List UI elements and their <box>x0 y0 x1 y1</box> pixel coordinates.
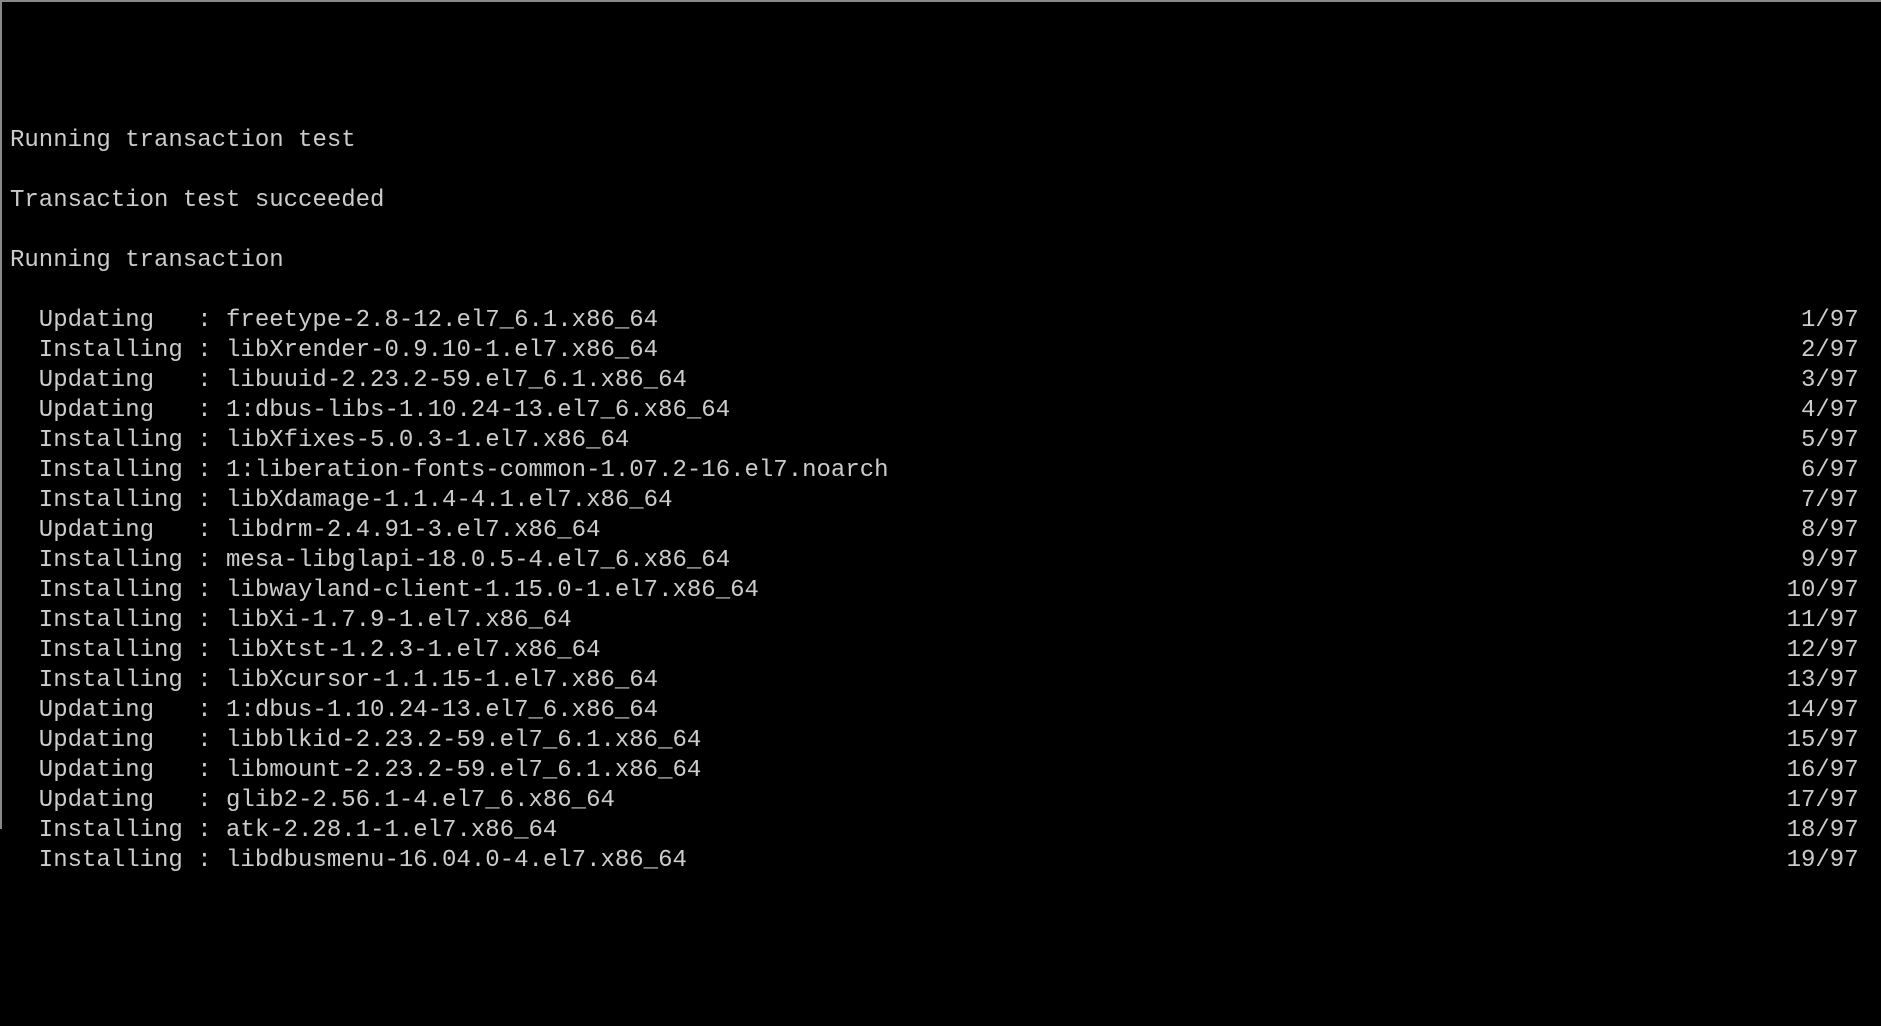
separator: : <box>197 786 226 816</box>
separator: : <box>197 726 226 756</box>
package-action: Installing <box>39 456 197 486</box>
package-name: 1:dbus-libs-1.10.24-13.el7_6.x86_64 <box>226 396 730 426</box>
package-action: Updating <box>39 306 197 336</box>
package-counter: 5/97 <box>1801 426 1873 456</box>
package-name: libXtst-1.2.3-1.el7.x86_64 <box>226 636 600 666</box>
package-row: Installing: atk-2.28.1-1.el7.x86_64 18/97 <box>10 816 1873 846</box>
package-name: libXdamage-1.1.4-4.1.el7.x86_64 <box>226 486 672 516</box>
package-counter: 17/97 <box>1787 786 1873 816</box>
package-name: 1:dbus-1.10.24-13.el7_6.x86_64 <box>226 696 658 726</box>
package-action: Updating <box>39 366 197 396</box>
package-row: Updating: libuuid-2.23.2-59.el7_6.1.x86_… <box>10 366 1873 396</box>
package-row: Updating: libmount-2.23.2-59.el7_6.1.x86… <box>10 756 1873 786</box>
package-name: mesa-libglapi-18.0.5-4.el7_6.x86_64 <box>226 546 730 576</box>
package-counter: 1/97 <box>1801 306 1873 336</box>
separator: : <box>197 696 226 726</box>
package-action: Installing <box>39 576 197 606</box>
package-action: Installing <box>39 486 197 516</box>
package-row: Updating: libdrm-2.4.91-3.el7.x86_64 8/97 <box>10 516 1873 546</box>
package-name: atk-2.28.1-1.el7.x86_64 <box>226 816 557 846</box>
package-counter: 14/97 <box>1787 696 1873 726</box>
package-action: Installing <box>39 816 197 846</box>
package-counter: 16/97 <box>1787 756 1873 786</box>
separator: : <box>197 516 226 546</box>
package-row: Installing: 1:liberation-fonts-common-1.… <box>10 456 1873 486</box>
package-name: libdrm-2.4.91-3.el7.x86_64 <box>226 516 600 546</box>
package-row: Installing: libwayland-client-1.15.0-1.e… <box>10 576 1873 606</box>
package-name: libXcursor-1.1.15-1.el7.x86_64 <box>226 666 658 696</box>
package-action: Updating <box>39 756 197 786</box>
package-counter: 6/97 <box>1801 456 1873 486</box>
package-row: Installing: libXtst-1.2.3-1.el7.x86_64 12… <box>10 636 1873 666</box>
package-name: libXfixes-5.0.3-1.el7.x86_64 <box>226 426 629 456</box>
package-action: Updating <box>39 516 197 546</box>
separator: : <box>197 606 226 636</box>
package-row: Installing: libdbusmenu-16.04.0-4.el7.x8… <box>10 846 1873 876</box>
package-row: Installing: mesa-libglapi-18.0.5-4.el7_6… <box>10 546 1873 576</box>
package-action: Updating <box>39 696 197 726</box>
separator: : <box>197 396 226 426</box>
package-name: freetype-2.8-12.el7_6.1.x86_64 <box>226 306 658 336</box>
separator: : <box>197 366 226 396</box>
separator: : <box>197 336 226 366</box>
package-action: Installing <box>39 666 197 696</box>
separator: : <box>197 816 226 846</box>
package-counter: 2/97 <box>1801 336 1873 366</box>
package-counter: 11/97 <box>1787 606 1873 636</box>
package-counter: 10/97 <box>1787 576 1873 606</box>
package-name: libXi-1.7.9-1.el7.x86_64 <box>226 606 572 636</box>
package-counter: 15/97 <box>1787 726 1873 756</box>
package-row: Installing: libXrender-0.9.10-1.el7.x86_… <box>10 336 1873 366</box>
header-line-1: Running transaction test <box>10 126 1873 156</box>
package-name: libuuid-2.23.2-59.el7_6.1.x86_64 <box>226 366 687 396</box>
separator: : <box>197 306 226 336</box>
package-counter: 19/97 <box>1787 846 1873 876</box>
package-row: Installing: libXdamage-1.1.4-4.1.el7.x86… <box>10 486 1873 516</box>
package-action: Installing <box>39 606 197 636</box>
package-row: Installing: libXfixes-5.0.3-1.el7.x86_64… <box>10 426 1873 456</box>
package-row: Installing: libXcursor-1.1.15-1.el7.x86_… <box>10 666 1873 696</box>
package-action: Updating <box>39 726 197 756</box>
package-name: libmount-2.23.2-59.el7_6.1.x86_64 <box>226 756 701 786</box>
package-action: Updating <box>39 396 197 426</box>
package-name: libXrender-0.9.10-1.el7.x86_64 <box>226 336 658 366</box>
separator: : <box>197 576 226 606</box>
separator: : <box>197 486 226 516</box>
separator: : <box>197 846 226 876</box>
package-name: libblkid-2.23.2-59.el7_6.1.x86_64 <box>226 726 701 756</box>
separator: : <box>197 456 226 486</box>
package-action: Installing <box>39 336 197 366</box>
separator: : <box>197 426 226 456</box>
package-action: Installing <box>39 426 197 456</box>
package-counter: 12/97 <box>1787 636 1873 666</box>
package-counter: 18/97 <box>1787 816 1873 846</box>
package-name: 1:liberation-fonts-common-1.07.2-16.el7.… <box>226 456 889 486</box>
package-counter: 13/97 <box>1787 666 1873 696</box>
package-counter: 7/97 <box>1801 486 1873 516</box>
package-name: libdbusmenu-16.04.0-4.el7.x86_64 <box>226 846 687 876</box>
package-action: Updating <box>39 786 197 816</box>
package-counter: 8/97 <box>1801 516 1873 546</box>
package-row: Installing: libXi-1.7.9-1.el7.x86_64 11/9… <box>10 606 1873 636</box>
package-name: glib2-2.56.1-4.el7_6.x86_64 <box>226 786 615 816</box>
package-row: Updating: freetype-2.8-12.el7_6.1.x86_64… <box>10 306 1873 336</box>
header-line-2: Transaction test succeeded <box>10 186 1873 216</box>
package-row: Updating: 1:dbus-libs-1.10.24-13.el7_6.x… <box>10 396 1873 426</box>
separator: : <box>197 666 226 696</box>
separator: : <box>197 636 226 666</box>
separator: : <box>197 756 226 786</box>
separator: : <box>197 546 226 576</box>
package-counter: 4/97 <box>1801 396 1873 426</box>
package-counter: 3/97 <box>1801 366 1873 396</box>
package-action: Installing <box>39 546 197 576</box>
package-name: libwayland-client-1.15.0-1.el7.x86_64 <box>226 576 759 606</box>
header-line-3: Running transaction <box>10 246 1873 276</box>
package-action: Installing <box>39 846 197 876</box>
package-row: Updating: libblkid-2.23.2-59.el7_6.1.x86… <box>10 726 1873 756</box>
package-row: Updating: glib2-2.56.1-4.el7_6.x86_64 17/… <box>10 786 1873 816</box>
package-counter: 9/97 <box>1801 546 1873 576</box>
package-action: Installing <box>39 636 197 666</box>
package-row: Updating: 1:dbus-1.10.24-13.el7_6.x86_64… <box>10 696 1873 726</box>
